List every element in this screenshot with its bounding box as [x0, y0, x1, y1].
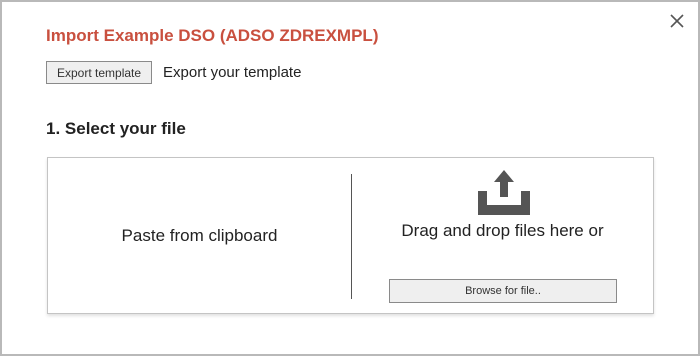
browse-for-file-button[interactable]: Browse for file..: [389, 279, 617, 303]
paste-from-clipboard-area[interactable]: Paste from clipboard: [48, 158, 351, 313]
close-icon[interactable]: [668, 12, 686, 30]
select-file-heading: 1. Select your file: [46, 119, 186, 138]
import-dialog: Import Example DSO (ADSO ZDREXMPL) Expor…: [0, 0, 700, 356]
dialog-title: Import Example DSO (ADSO ZDREXMPL): [46, 26, 379, 45]
drag-drop-label: Drag and drop files here or: [401, 221, 604, 240]
drop-zone[interactable]: Drag and drop files here or Browse for f…: [352, 158, 653, 313]
upload-tray-icon: [475, 169, 533, 217]
export-row: Export template Export your template: [46, 61, 301, 84]
file-select-box: Paste from clipboard Drag and drop files…: [47, 157, 654, 314]
export-template-button[interactable]: Export template: [46, 61, 153, 84]
export-description: Export your template: [163, 64, 302, 81]
paste-label: Paste from clipboard: [121, 225, 278, 245]
